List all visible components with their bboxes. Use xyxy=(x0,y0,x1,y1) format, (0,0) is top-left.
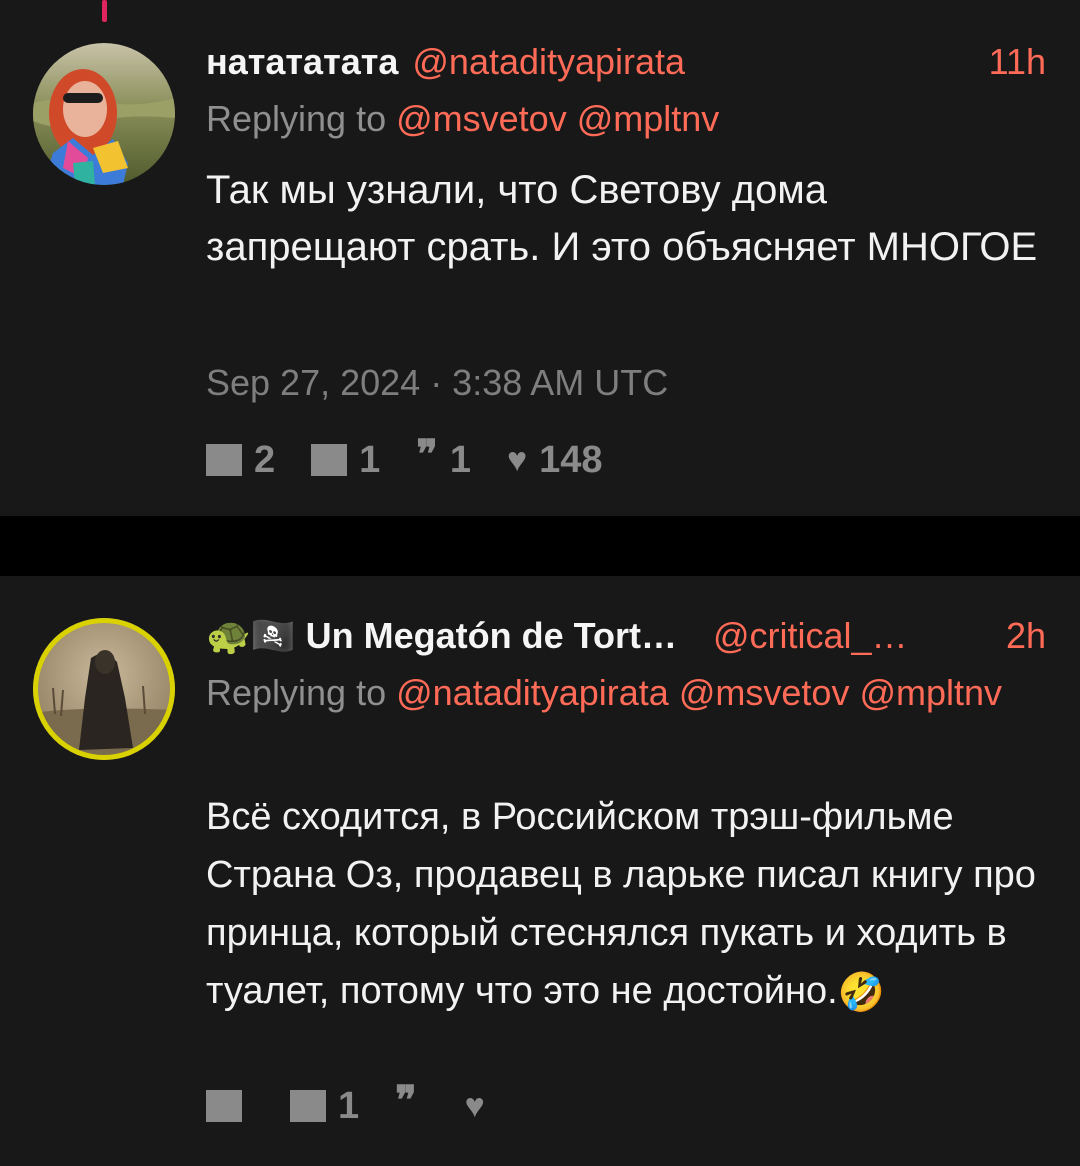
like-button[interactable]: ♥ 148 xyxy=(507,439,603,482)
rofl-emoji-icon: 🤣 xyxy=(837,971,886,1014)
tweet-actions: 2 1 ❞ 1 ♥ 148 xyxy=(206,435,639,482)
like-count: 148 xyxy=(539,438,603,481)
like-button[interactable]: ♥ xyxy=(465,1087,497,1126)
avatar-ring xyxy=(33,618,175,760)
tweet-text: Всё сходится, в Российском трэш-фильме С… xyxy=(206,788,1046,1022)
tweet-actions: 1 ❞ ♥ xyxy=(206,1081,533,1128)
retweet-button[interactable]: 1 xyxy=(290,1085,359,1128)
tweet-header: нататататa @natadityapirata 11h xyxy=(206,42,1046,82)
username-handle[interactable]: @critical_… xyxy=(713,615,908,656)
name-emoji: 🐢🏴‍☠️ xyxy=(206,615,296,656)
retweet-count: 1 xyxy=(338,1084,360,1127)
mention-link[interactable]: @msvetov xyxy=(679,672,850,713)
heart-icon: ♥ xyxy=(464,1086,485,1125)
quote-count: 1 xyxy=(449,438,471,481)
reply-icon xyxy=(206,444,242,476)
heart-icon: ♥ xyxy=(506,440,528,479)
quote-button[interactable]: ❞ xyxy=(395,1081,429,1121)
thread-connector-line xyxy=(102,0,107,22)
relative-time[interactable]: 11h xyxy=(989,42,1046,82)
replying-to: Replying to @msvetov @mpltnv xyxy=(206,92,1020,146)
reply-count: 2 xyxy=(254,438,276,481)
replying-prefix: Replying to xyxy=(206,672,387,713)
reply-button[interactable] xyxy=(206,1090,254,1122)
retweet-count: 1 xyxy=(359,438,381,481)
tweet-header: 🐢🏴‍☠️ Un Megatón de Tort… @critical_… 2h xyxy=(206,616,1046,656)
display-name[interactable]: Un Megatón de Tort… xyxy=(306,615,677,656)
quote-button[interactable]: ❞ 1 xyxy=(416,435,471,482)
tweet-card[interactable]: нататататa @natadityapirata 11h Replying … xyxy=(0,0,1080,516)
reply-icon xyxy=(206,1090,242,1122)
user-avatar-photo-icon xyxy=(33,43,175,185)
retweet-button[interactable]: 1 xyxy=(311,439,380,482)
retweet-icon xyxy=(290,1090,326,1122)
reply-button[interactable]: 2 xyxy=(206,439,275,482)
mention-link[interactable]: @mpltnv xyxy=(577,98,720,139)
replying-to: Replying to @natadityapirata @msvetov @m… xyxy=(206,666,1020,720)
tweet-timestamp[interactable]: Sep 27, 2024 · 3:38 AM UTC xyxy=(206,362,668,404)
username-handle[interactable]: @natadityapirata xyxy=(412,41,685,82)
quote-icon: ❞ xyxy=(395,1079,417,1123)
replying-prefix: Replying to xyxy=(206,98,387,139)
quote-icon: ❞ xyxy=(416,433,438,477)
mention-link[interactable]: @mpltnv xyxy=(859,672,1002,713)
tweet-text: Так мы узнали, что Светову дома запрещаю… xyxy=(206,168,1038,269)
display-name[interactable]: нататататa xyxy=(206,41,398,82)
avatar[interactable] xyxy=(33,43,175,185)
tweet-text-content: Всё сходится, в Российском трэш-фильме С… xyxy=(206,796,1036,1012)
retweet-icon xyxy=(311,444,348,476)
mention-link[interactable]: @natadityapirata xyxy=(396,672,669,713)
relative-time[interactable]: 2h xyxy=(1006,616,1046,656)
mention-link[interactable]: @msvetov xyxy=(396,98,567,139)
